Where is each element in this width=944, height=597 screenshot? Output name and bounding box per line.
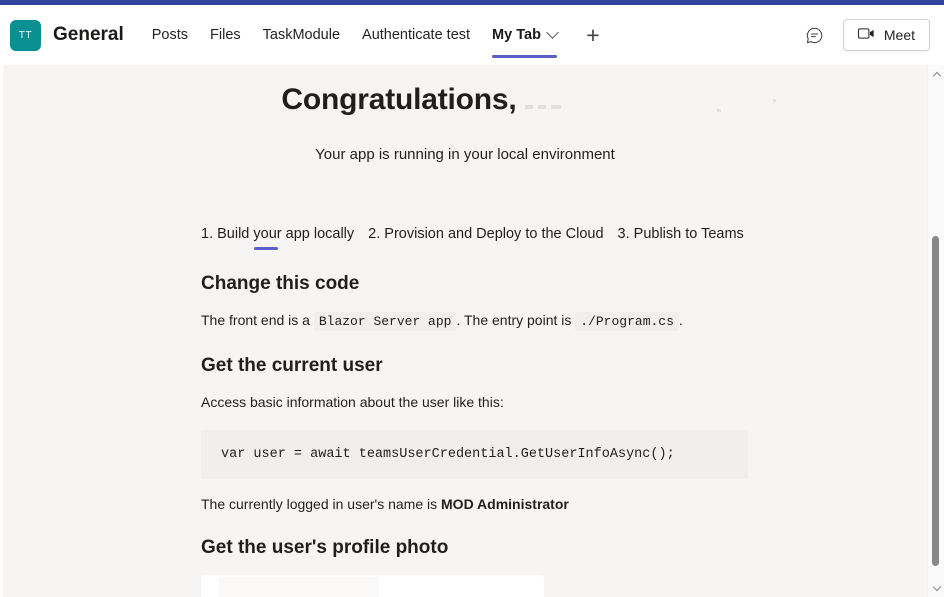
tab-active-indicator — [492, 55, 557, 58]
render-artifact-b — [773, 99, 777, 102]
meet-button-label: Meet — [883, 27, 915, 43]
hero-section: Congratulations, Your app is running in … — [3, 83, 927, 163]
page-subtitle: Your app is running in your local enviro… — [315, 146, 615, 163]
team-avatar[interactable]: TT — [10, 19, 41, 51]
tab-content-frame: Congratulations, Your app is running in … — [0, 65, 944, 597]
tab-files[interactable]: Files — [199, 5, 252, 65]
video-camera-icon — [857, 27, 875, 43]
welcome-page: Congratulations, Your app is running in … — [3, 65, 927, 597]
tab-authenticate-test[interactable]: Authenticate test — [351, 5, 481, 65]
tab-my-tab-label: My Tab — [492, 27, 541, 43]
tab-posts-label: Posts — [151, 27, 189, 43]
code-program-cs: ./Program.cs — [575, 312, 679, 331]
chevron-down-icon[interactable] — [546, 25, 559, 39]
page-title-text: Congratulations, — [281, 83, 517, 116]
step-active-indicator — [254, 247, 278, 250]
step-3-label: 3. Publish to Teams — [617, 226, 744, 242]
add-tab-button[interactable]: + — [578, 20, 608, 50]
tab-content-scroll-area: Congratulations, Your app is running in … — [3, 65, 927, 597]
paragraph-front-end: The front end is a Blazor Server app. Th… — [201, 310, 903, 332]
channel-title: General — [53, 24, 124, 45]
scroll-up-arrow[interactable] — [928, 67, 944, 84]
step-1-label: 1. Build your app locally — [201, 226, 355, 242]
paragraph-logged-in-user: The currently logged in user's name is M… — [201, 494, 903, 514]
profile-photo-placeholder — [201, 575, 544, 597]
vertical-scrollbar[interactable] — [927, 65, 944, 597]
step-3-publish-teams[interactable]: 3. Publish to Teams — [618, 226, 744, 250]
render-artifact-a — [717, 109, 722, 112]
step-2-provision-deploy[interactable]: 2. Provision and Deploy to the Cloud — [368, 226, 603, 250]
welcome-body: Change this code The front end is a Blaz… — [201, 273, 927, 597]
logged-in-user-name: MOD Administrator — [441, 496, 569, 513]
front-end-text-2: . The entry point is — [456, 312, 572, 328]
tab-files-label: Files — [210, 27, 241, 43]
tab-taskmodule[interactable]: TaskModule — [252, 5, 351, 65]
code-blazor-server-app: Blazor Server app — [313, 312, 457, 331]
tab-posts[interactable]: Posts — [141, 5, 199, 65]
channel-tab-bar: Posts Files TaskModule Authenticate test… — [141, 5, 608, 65]
logged-in-user-prefix: The currently logged in user's name is — [201, 496, 438, 513]
code-block-get-user-info: var user = await teamsUserCredential.Get… — [201, 430, 748, 480]
meet-button[interactable]: Meet — [842, 19, 930, 51]
teams-channel-header: TT General Posts Files TaskModule Authen… — [0, 5, 944, 65]
chat-bubble-icon[interactable] — [801, 21, 829, 49]
heading-change-this-code: Change this code — [201, 273, 360, 294]
header-actions: Meet — [801, 19, 930, 51]
step-nav: 1. Build your app locally 2. Provision a… — [201, 226, 927, 250]
teams-app-window: TT General Posts Files TaskModule Authen… — [0, 0, 944, 597]
step-2-label: 2. Provision and Deploy to the Cloud — [368, 226, 604, 242]
front-end-text-1: The front end is a — [201, 312, 310, 328]
tab-my-tab[interactable]: My Tab — [481, 5, 568, 65]
scroll-down-arrow[interactable] — [928, 578, 944, 595]
tab-taskmodule-label: TaskModule — [262, 27, 341, 43]
scrollbar-thumb[interactable] — [932, 236, 939, 566]
tab-authenticate-test-label: Authenticate test — [362, 27, 471, 43]
heading-get-current-user: Get the current user — [201, 354, 383, 376]
front-end-text-3: . — [678, 312, 683, 328]
heading-get-profile-photo: Get the user's profile photo — [201, 537, 449, 559]
user-name-placeholder — [524, 105, 561, 109]
paragraph-access-basic-info: Access basic information about the user … — [201, 393, 504, 410]
step-1-build-locally[interactable]: 1. Build your app locally — [201, 226, 354, 250]
page-title: Congratulations, — [281, 83, 777, 117]
